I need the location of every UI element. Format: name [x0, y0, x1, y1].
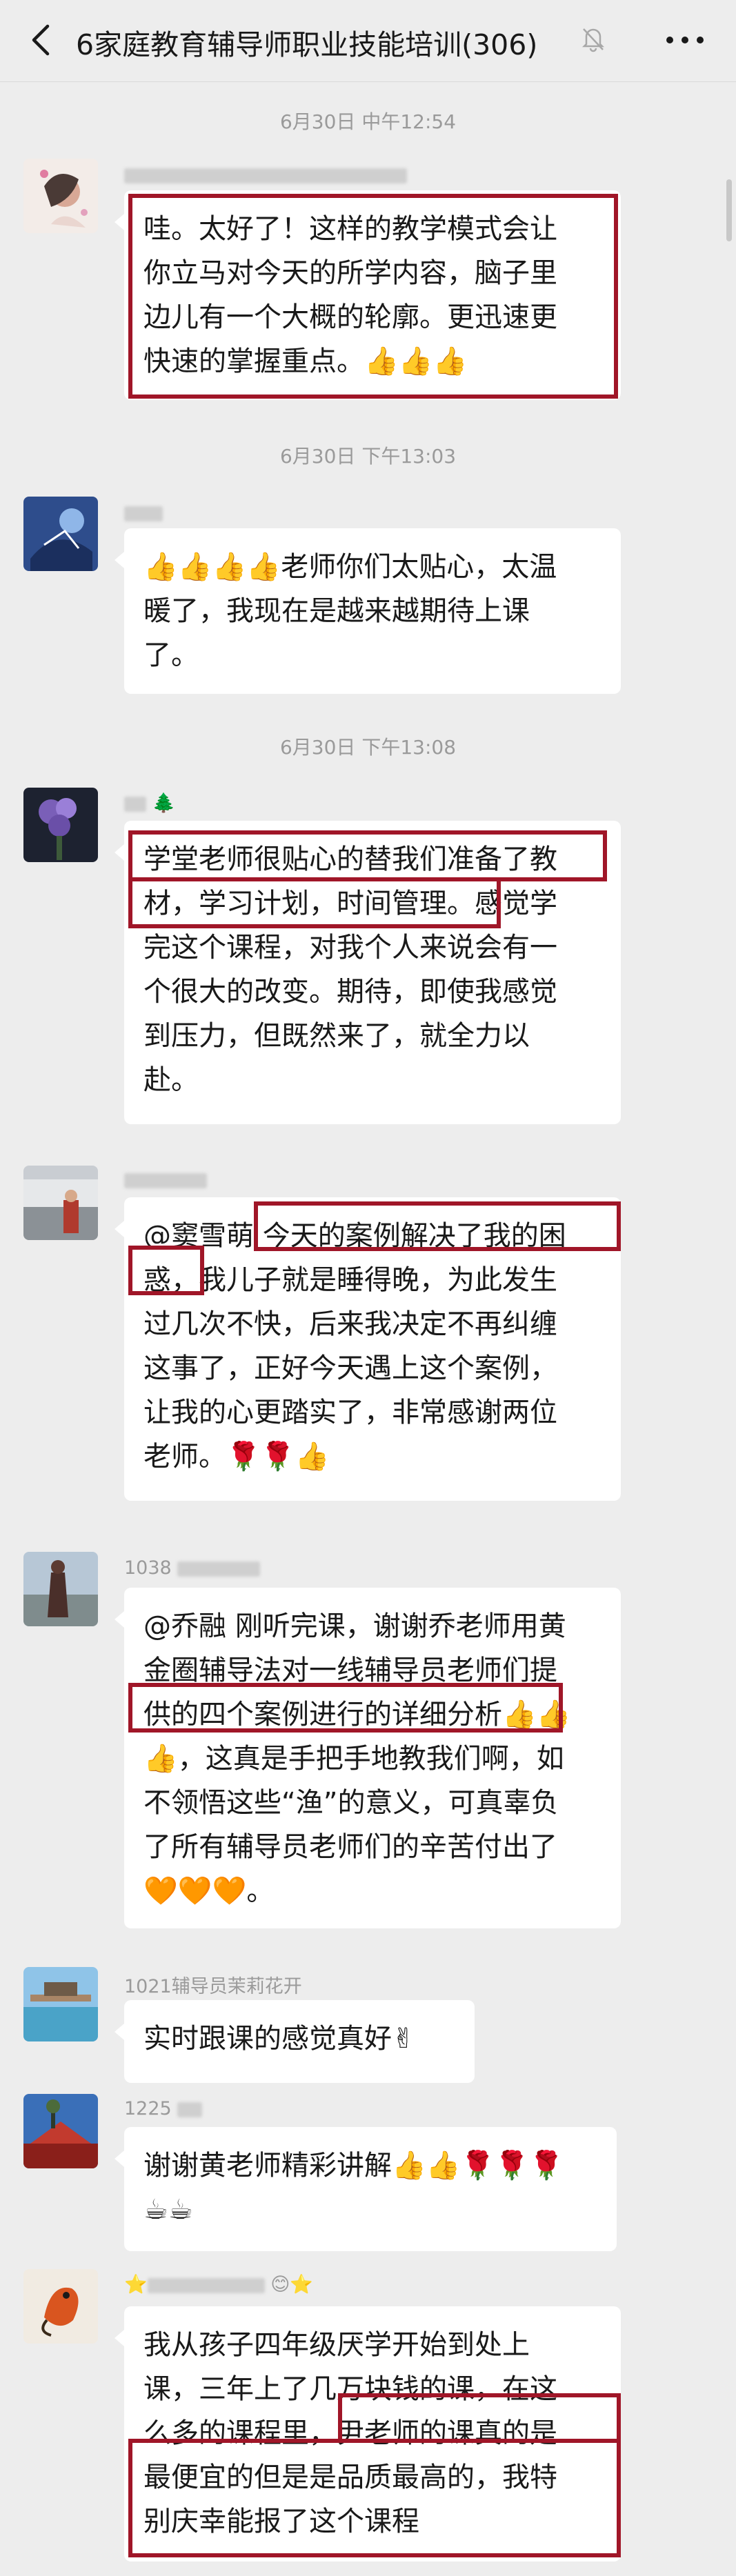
avatar[interactable] [23, 2094, 98, 2168]
message-text: 学堂老师很贴心的替我们准备了教 材，学习计划，时间管理。感觉学 完这个课程，对我… [143, 843, 557, 1096]
sender-name [124, 502, 163, 523]
message-text: 我从孩子四年级厌学开始到处上 课，三年上了几万块钱的课，在这 么多的课程里，尹老… [143, 2329, 557, 2537]
ellipsis-icon[interactable] [661, 28, 709, 52]
timestamp: 6月30日 下午13:08 [279, 736, 457, 759]
message-text: 👍👍👍👍老师你们太贴心，太温 暖了，我现在是越来越期待上课 了。 [143, 551, 557, 671]
sender-name: 🌲 [124, 792, 175, 814]
sender-name: 1225 [124, 2098, 203, 2119]
message-bubble[interactable]: 实时跟课的感觉真好✌ [115, 2000, 475, 2083]
message-text: @窦雪萌 今天的案例解决了我的困 惑，我儿子就是睡得晚，为此发生 过几次不快，后… [143, 1220, 566, 1472]
sender-name: 1038 [124, 1557, 261, 1579]
timestamp: 6月30日 中午12:54 [279, 110, 457, 133]
message-bubble[interactable]: @乔融 刚听完课，谢谢乔老师用黄 金圈辅导法对一线辅导员老师们提 供的四个案例进… [115, 1588, 621, 1928]
sender-name [124, 164, 407, 186]
chat-title: 6家庭教育辅导师职业技能培训(306) [76, 28, 538, 61]
message-text: 哇。太好了！这样的教学模式会让 你立马对今天的所学内容，脑子里 边儿有一个大概的… [143, 213, 557, 377]
avatar[interactable] [23, 497, 98, 571]
message-text: 实时跟课的感觉真好✌ [143, 2023, 415, 2055]
avatar[interactable] [23, 1967, 98, 2041]
avatar[interactable] [23, 159, 98, 233]
sender-name [124, 1169, 207, 1190]
message-bubble[interactable]: @窦雪萌 今天的案例解决了我的困 惑，我儿子就是睡得晚，为此发生 过几次不快，后… [115, 1197, 621, 1501]
message-bubble[interactable]: 谢谢黄老师精彩讲解👍👍🌹🌹🌹 ☕☕ [115, 2127, 617, 2251]
sender-name: ⭐ 😊⭐ [124, 2274, 313, 2295]
sender-name: 1021辅导员茉莉花开 [124, 1976, 302, 1997]
avatar[interactable] [23, 788, 98, 862]
message-bubble[interactable]: 哇。太好了！这样的教学模式会让 你立马对今天的所学内容，脑子里 边儿有一个大概的… [115, 190, 621, 400]
message-bubble[interactable]: 👍👍👍👍老师你们太贴心，太温 暖了，我现在是越来越期待上课 了。 [115, 528, 621, 694]
avatar[interactable] [23, 2269, 98, 2344]
message-text: 谢谢黄老师精彩讲解👍👍🌹🌹🌹 ☕☕ [143, 2150, 564, 2226]
chat-header: 6家庭教育辅导师职业技能培训(306) [0, 0, 736, 82]
avatar[interactable] [23, 1166, 98, 1240]
timestamp: 6月30日 下午13:03 [279, 445, 457, 468]
scrollbar[interactable] [726, 179, 732, 241]
message-bubble[interactable]: 我从孩子四年级厌学开始到处上 课，三年上了几万块钱的课，在这 么多的课程里，尹老… [115, 2306, 621, 2562]
bell-mute-icon [578, 23, 608, 54]
message-bubble[interactable]: 学堂老师很贴心的替我们准备了教 材，学习计划，时间管理。感觉学 完这个课程，对我… [115, 821, 621, 1124]
chevron-left-icon[interactable] [19, 19, 61, 61]
avatar[interactable] [23, 1552, 98, 1626]
message-text: @乔融 刚听完课，谢谢乔老师用黄 金圈辅导法对一线辅导员老师们提 供的四个案例进… [143, 1610, 571, 1907]
